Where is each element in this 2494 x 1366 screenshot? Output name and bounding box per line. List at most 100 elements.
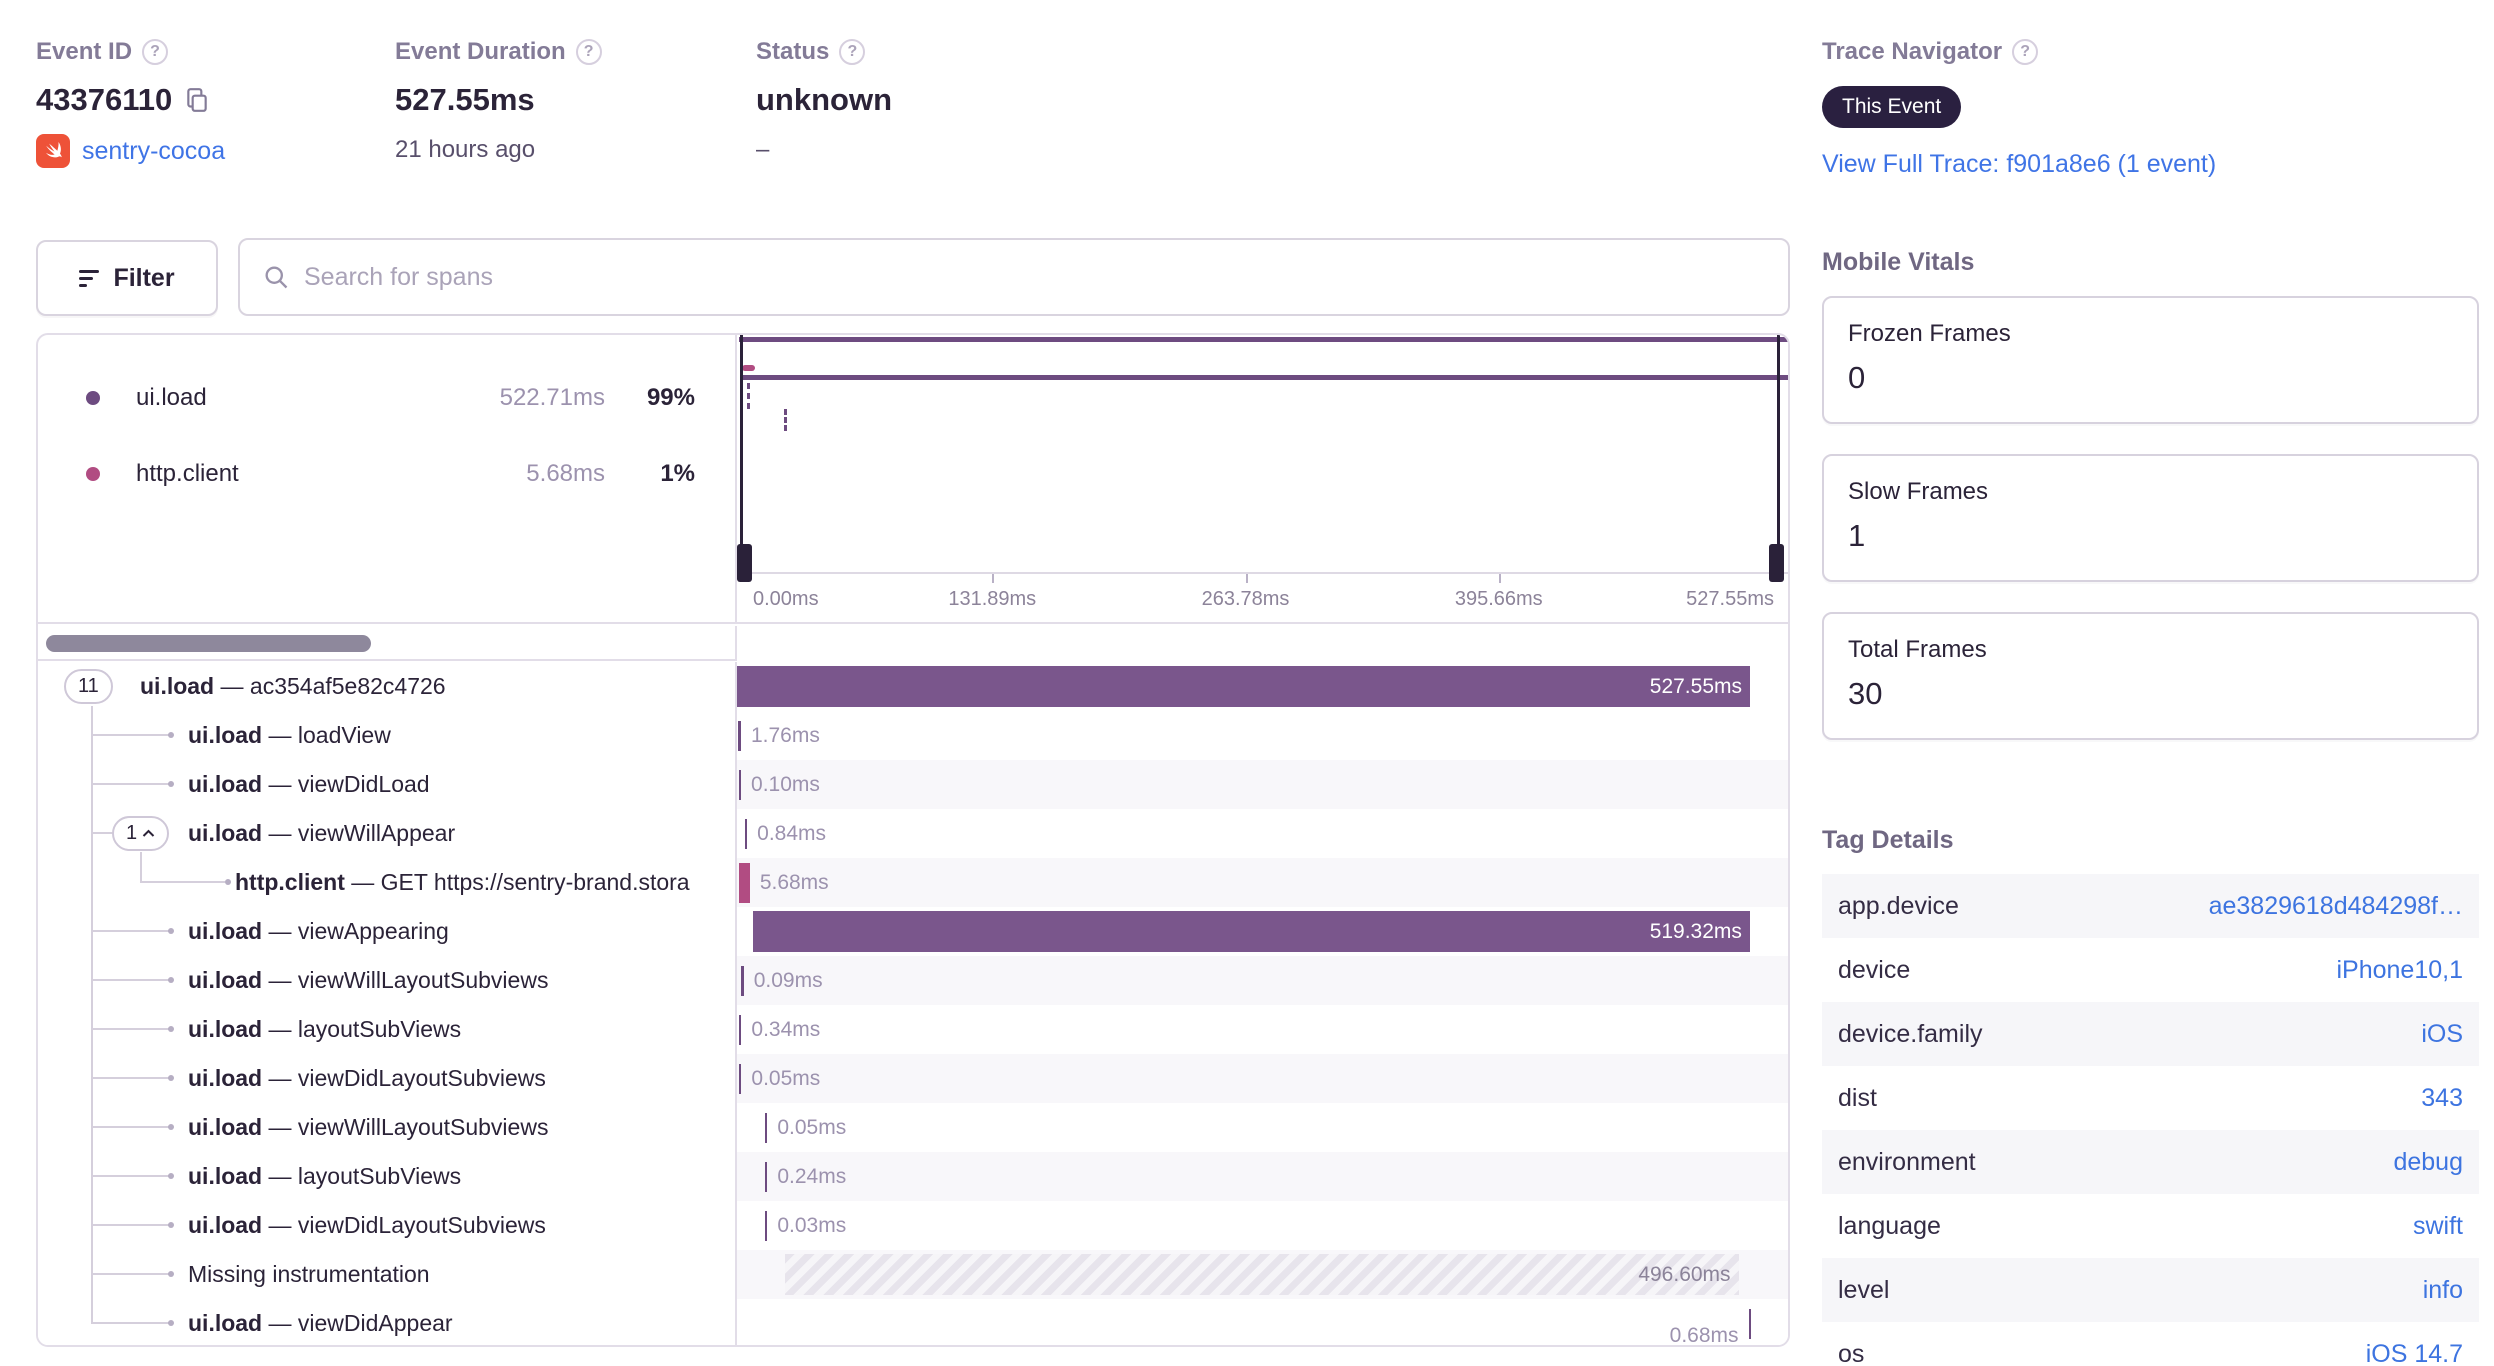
- span-tree-row[interactable]: Missing instrumentation: [38, 1250, 737, 1299]
- tag-value-link[interactable]: iOS 14.7: [2366, 1340, 2463, 1366]
- axis-tick-mark: [1498, 574, 1501, 583]
- span-duration-bar[interactable]: [741, 966, 744, 996]
- span-title: ui.load — layoutSubViews: [188, 1163, 462, 1189]
- event-id-field: Event ID ? 43376110 sentry-cocoa: [36, 38, 225, 168]
- span-duration-bar[interactable]: [764, 1162, 768, 1192]
- tag-value-link[interactable]: ae3829618d484298f…: [2209, 892, 2463, 921]
- span-tree-row[interactable]: ui.load — loadView: [38, 711, 737, 760]
- view-full-trace-link[interactable]: View Full Trace: f901a8e6 (1 event): [1822, 150, 2479, 179]
- span-tree-row[interactable]: ui.load — viewDidLoad: [38, 760, 737, 809]
- span-duration-bar[interactable]: [764, 1113, 768, 1143]
- viewport-left-edge[interactable]: [740, 335, 743, 572]
- tree-connector-line: [140, 881, 225, 883]
- span-bar-cell: 1.76ms: [737, 711, 1788, 760]
- span-row: ui.load — viewDidAppear 0.68ms: [38, 1299, 1788, 1347]
- span-tree-row[interactable]: http.client — GET https://sentry-brand.s…: [38, 858, 737, 907]
- tree-connector-dot: [225, 879, 231, 885]
- status-value: unknown: [756, 82, 893, 117]
- search-input[interactable]: [304, 262, 1766, 292]
- span-row: 11 ui.load — ac354af5e82c4726 527.55ms: [38, 662, 1788, 711]
- span-duration-bar[interactable]: [738, 863, 750, 903]
- span-bar-cell: 0.68ms: [737, 1299, 1788, 1347]
- span-row: ui.load — viewWillLayoutSubviews 0.09ms: [38, 956, 1788, 1005]
- help-icon[interactable]: ?: [2012, 39, 2039, 65]
- span-bar-cell: 519.32ms: [737, 907, 1788, 956]
- tag-value-link[interactable]: 343: [2421, 1084, 2463, 1113]
- trace-minimap[interactable]: [737, 335, 1788, 582]
- span-bar-cell: 527.55ms: [737, 662, 1788, 711]
- span-duration-bar[interactable]: 496.60ms: [785, 1254, 1739, 1295]
- axis-tick-label: 395.66ms: [1454, 588, 1543, 610]
- span-duration-bar[interactable]: [738, 1064, 742, 1094]
- legend-color-dot: [86, 467, 100, 481]
- tree-connector-dot: [168, 928, 174, 934]
- tag-value-link[interactable]: iOS: [2421, 1020, 2463, 1049]
- tag-value-link[interactable]: iPhone10,1: [2336, 956, 2463, 985]
- viewport-right-handle[interactable]: [1769, 544, 1784, 582]
- filter-button[interactable]: Filter: [36, 240, 218, 316]
- chevron-up-icon: [142, 829, 155, 837]
- span-tree-row[interactable]: ui.load — layoutSubViews: [38, 1005, 737, 1054]
- minimap-dashed-marker: [747, 383, 750, 409]
- span-row: ui.load — loadView 1.76ms: [38, 711, 1788, 760]
- trace-waterfall-panel: ui.load 522.71ms 99% http.client 5.68ms 1% 0.…: [36, 333, 1790, 1347]
- tree-connector-dot: [168, 1271, 174, 1277]
- span-tree-row[interactable]: ui.load — viewWillLayoutSubviews: [38, 956, 737, 1005]
- help-icon[interactable]: ?: [839, 39, 866, 65]
- viewport-right-edge[interactable]: [1777, 335, 1780, 572]
- tree-connector-line: [91, 1126, 170, 1128]
- tree-connector-line: [91, 832, 114, 834]
- legend-item[interactable]: http.client 5.68ms 1%: [38, 449, 735, 499]
- span-tree-row[interactable]: ui.load — viewDidLayoutSubviews: [38, 1201, 737, 1250]
- tag-key: os: [1838, 1339, 1865, 1366]
- trace-navigator: Trace Navigator ? This Event View Full T…: [1822, 38, 2479, 179]
- tag-value-link[interactable]: swift: [2413, 1212, 2463, 1241]
- span-duration-bar[interactable]: [764, 1211, 768, 1241]
- span-bar-cell: 0.84ms: [737, 809, 1788, 858]
- trace-header-band: ui.load 522.71ms 99% http.client 5.68ms 1% 0.…: [38, 335, 1788, 624]
- tree-connector-dot: [168, 1320, 174, 1326]
- span-duration-bar[interactable]: [738, 770, 742, 800]
- span-duration-bar[interactable]: 519.32ms: [752, 911, 1750, 952]
- event-duration-value: 527.55ms: [395, 82, 535, 117]
- vital-card-value: 0: [1848, 360, 1866, 395]
- span-duration-label: 0.68ms: [1669, 1323, 1739, 1347]
- span-duration-label: 0.05ms: [777, 1115, 847, 1139]
- span-tree-row[interactable]: 11 ui.load — ac354af5e82c4726: [38, 662, 737, 711]
- span-duration-bar[interactable]: [744, 819, 748, 849]
- span-tree-row[interactable]: ui.load — viewDidLayoutSubviews: [38, 1054, 737, 1103]
- scrollbar-thumb[interactable]: [46, 635, 371, 652]
- span-children-count-pill[interactable]: 1: [112, 816, 170, 851]
- span-bar-cell: 5.68ms: [737, 858, 1788, 907]
- tag-value-link[interactable]: info: [2423, 1276, 2463, 1305]
- span-duration-bar[interactable]: 527.55ms: [737, 666, 1750, 707]
- viewport-left-handle[interactable]: [737, 544, 752, 582]
- span-row: 1 ui.load — viewWillAppear 0.84ms: [38, 809, 1788, 858]
- horizontal-scrollbar: [38, 626, 737, 661]
- span-tree-row[interactable]: ui.load — viewDidAppear: [38, 1299, 737, 1345]
- span-tree-row[interactable]: ui.load — viewWillLayoutSubviews: [38, 1103, 737, 1152]
- span-tree-row[interactable]: ui.load — viewAppearing: [38, 907, 737, 956]
- span-tree-row[interactable]: 1 ui.load — viewWillAppear: [38, 809, 737, 858]
- status-http-code: –: [756, 136, 770, 163]
- project-link[interactable]: sentry-cocoa: [82, 137, 225, 166]
- span-duration-label: 0.05ms: [751, 1066, 821, 1090]
- span-duration-bar[interactable]: [1748, 1309, 1752, 1339]
- vital-card: Frozen Frames 0: [1822, 296, 2479, 424]
- span-duration-label: 0.10ms: [751, 772, 820, 796]
- legend-op-name: ui.load: [136, 384, 207, 411]
- span-children-count-pill[interactable]: 11: [64, 669, 113, 704]
- help-icon[interactable]: ?: [142, 39, 169, 65]
- tag-key: app.device: [1838, 891, 1959, 920]
- search-icon: [265, 266, 288, 289]
- vital-card: Slow Frames 1: [1822, 454, 2479, 582]
- tag-value-link[interactable]: debug: [2393, 1148, 2463, 1177]
- span-title: ui.load — layoutSubViews: [188, 1016, 462, 1042]
- help-icon[interactable]: ?: [575, 39, 602, 65]
- span-duration-bar[interactable]: [738, 1015, 742, 1045]
- copy-icon[interactable]: [184, 87, 210, 113]
- legend-item[interactable]: ui.load 522.71ms 99%: [38, 373, 735, 423]
- span-duration-label: 519.32ms: [1649, 919, 1742, 943]
- span-tree-row[interactable]: ui.load — layoutSubViews: [38, 1152, 737, 1201]
- span-duration-bar[interactable]: [737, 721, 741, 751]
